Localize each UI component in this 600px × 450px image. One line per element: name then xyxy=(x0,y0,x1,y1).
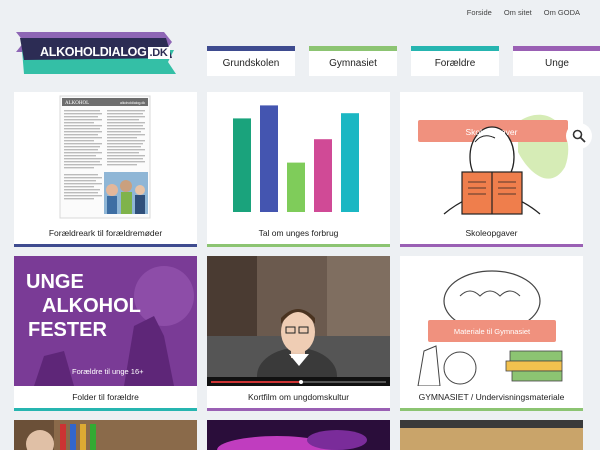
party-lights-image xyxy=(207,420,390,450)
card-gymnasiet-thumbnail: Materiale til Gymnasiet xyxy=(400,256,583,386)
card-partial-party[interactable] xyxy=(207,420,390,450)
nav-foraeldre[interactable]: Forældre xyxy=(411,46,499,76)
nav-gymnasiet[interactable]: Gymnasiet xyxy=(309,46,397,76)
illustration-bar xyxy=(314,139,332,212)
card-folder-caption: Folder til forældre xyxy=(72,392,139,402)
poster-line-alkohol: ALKOHOL xyxy=(42,295,141,317)
top-link-om-sitet[interactable]: Om sitet xyxy=(504,8,532,17)
nav-grundskolen[interactable]: Grundskolen xyxy=(207,46,295,76)
card-skoleopgaver-caption: Skoleopgaver xyxy=(465,228,518,238)
nav-grundskolen-label: Grundskolen xyxy=(222,58,280,69)
top-links: Forside Om sitet Om GODA xyxy=(467,8,580,17)
colored-bars-illustration xyxy=(207,92,390,222)
doc-preview-site: alkoholdialog.dk xyxy=(120,101,145,105)
card-gymnasiet-caption: GYMNASIET / Undervisningsmateriale xyxy=(418,392,565,402)
card-gymnasiet-materiale[interactable]: Materiale til Gymnasiet GYMNASIET / Unde… xyxy=(400,256,583,411)
nav-gymnasiet-label: Gymnasiet xyxy=(329,58,377,69)
card-tal-om-unges-forbrug[interactable]: Tal om unges forbrug xyxy=(207,92,390,247)
room-image xyxy=(400,420,583,450)
search-icon xyxy=(572,129,586,143)
nav-unge[interactable]: Unge xyxy=(513,46,600,76)
document-preview-image: ALKOHOL alkoholdialog.dk xyxy=(14,92,197,222)
top-link-forside[interactable]: Forside xyxy=(467,8,492,17)
card-foraeldreark-caption: Forældreark til forældremøder xyxy=(48,228,163,238)
logo[interactable]: ALKOHOLDIALOG .DK xyxy=(14,28,179,78)
illustration-bar xyxy=(233,118,251,212)
illustration-bar xyxy=(341,113,359,212)
card-partial-library[interactable] xyxy=(14,420,197,450)
card-skoleopgaver-thumbnail: Skoleopgaver xyxy=(400,92,583,222)
card-tal-thumbnail xyxy=(207,92,390,222)
reading-egghead-illustration: Skoleopgaver xyxy=(400,92,583,222)
nav-foraeldre-label: Forældre xyxy=(434,58,476,69)
gymnasiet-banner-text: Materiale til Gymnasiet xyxy=(454,327,531,336)
skoleopgaver-banner-text: Skoleopgaver xyxy=(466,127,518,137)
card-kortfilm[interactable]: Kortfilm om ungdomskultur xyxy=(207,256,390,411)
content-grid: ALKOHOL alkoholdialog.dk Forældreark til… xyxy=(14,92,583,450)
library-image xyxy=(14,420,197,450)
card-folder-til-foraeldre[interactable]: UNGE ALKOHOL FESTER Forældre til unge 16… xyxy=(14,256,197,411)
poster-subtitle: Forældre til unge 16+ xyxy=(72,367,144,376)
logo-text: ALKOHOLDIALOG .DK xyxy=(40,45,170,59)
search-button[interactable] xyxy=(566,123,592,149)
illustration-bar xyxy=(287,162,305,212)
card-tal-caption: Tal om unges forbrug xyxy=(258,228,339,238)
card-foraeldreark[interactable]: ALKOHOL alkoholdialog.dk Forældreark til… xyxy=(14,92,197,247)
poster-line-fester: FESTER xyxy=(28,319,107,341)
folder-poster-image: UNGE ALKOHOL FESTER Forældre til unge 16… xyxy=(14,256,197,386)
top-link-om-goda[interactable]: Om GODA xyxy=(544,8,580,17)
illustration-bar xyxy=(260,105,278,212)
card-kortfilm-caption: Kortfilm om ungdomskultur xyxy=(247,392,350,402)
card-kortfilm-thumbnail xyxy=(207,256,390,386)
card-partial-room[interactable] xyxy=(400,420,583,450)
main-nav: Grundskolen Gymnasiet Forældre Unge xyxy=(207,46,600,76)
nav-unge-label: Unge xyxy=(545,58,569,69)
card-folder-thumbnail: UNGE ALKOHOL FESTER Forældre til unge 16… xyxy=(14,256,197,386)
brain-books-illustration: Materiale til Gymnasiet xyxy=(400,256,583,386)
doc-preview-title: ALKOHOL xyxy=(65,101,89,106)
video-still-image xyxy=(207,256,390,386)
card-skoleopgaver[interactable]: Skoleopgaver Skoleopgaver xyxy=(400,92,583,247)
logo-main-text: ALKOHOLDIALOG xyxy=(40,45,147,59)
logo-suffix: .DK xyxy=(147,47,170,59)
card-foraeldreark-thumbnail: ALKOHOL alkoholdialog.dk xyxy=(14,92,197,222)
poster-line-unge: UNGE xyxy=(26,271,84,293)
